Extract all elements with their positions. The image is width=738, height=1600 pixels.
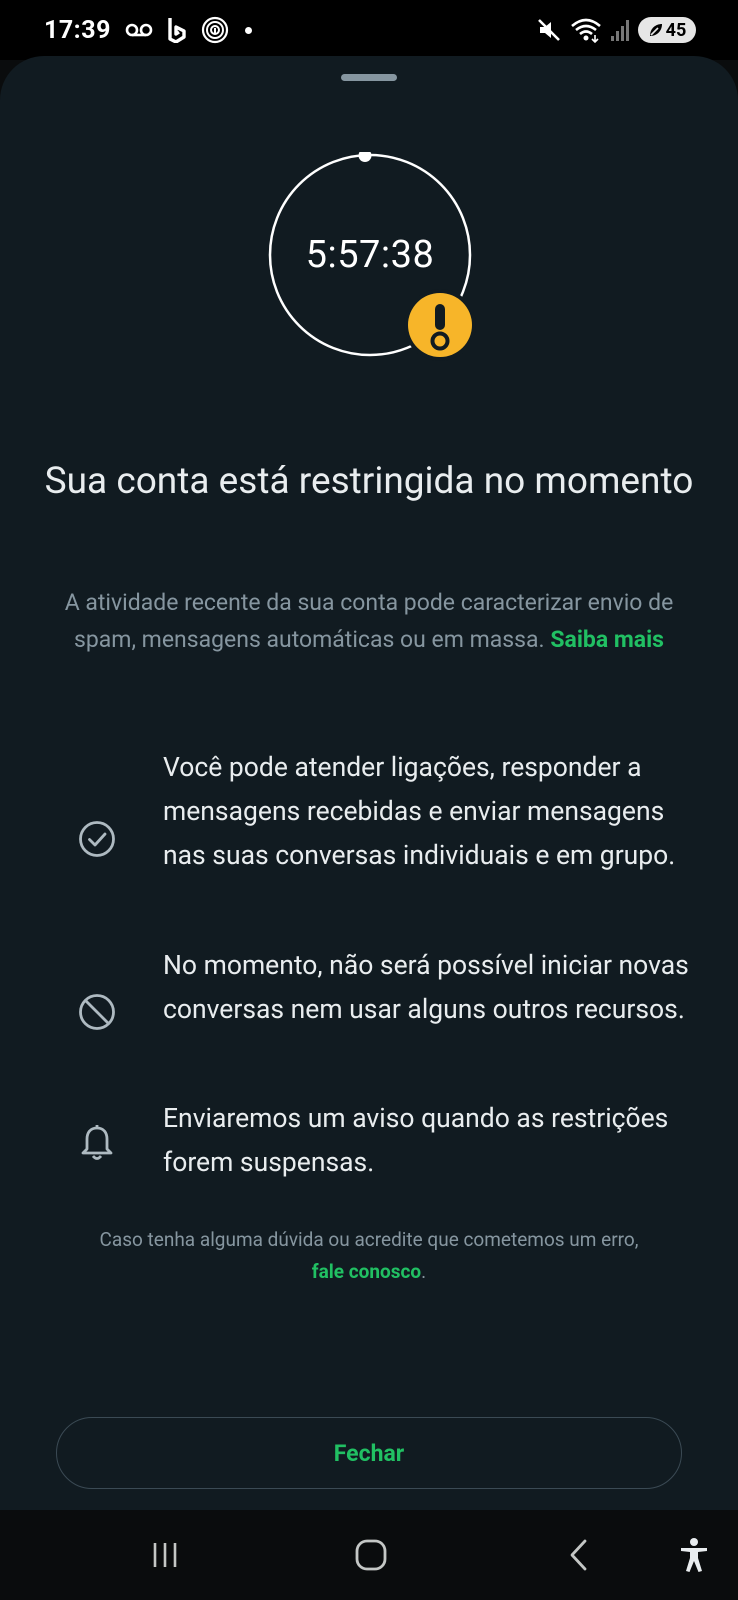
notification-dot (244, 26, 252, 34)
voicemail-icon (125, 16, 153, 44)
contact-suffix: . (421, 1260, 427, 1283)
wifi-icon (570, 16, 602, 44)
signal-icon (610, 16, 630, 44)
page-title: Sua conta está restringida no momento (44, 460, 694, 503)
status-bar: 17:39 45 (0, 0, 738, 60)
fingerprint-app-icon (201, 16, 229, 44)
recents-icon[interactable] (140, 1530, 190, 1580)
contact-note: Caso tenha alguma dúvida ou acredite que… (40, 1224, 698, 1288)
status-time: 17:39 (44, 15, 111, 45)
restriction-sheet: 5:57:38 Sua conta está restringida no mo… (0, 56, 738, 1510)
block-icon (70, 985, 124, 1039)
status-system-icons: 45 (536, 16, 696, 44)
contact-us-link[interactable]: fale conosco (312, 1260, 421, 1283)
accessibility-icon[interactable] (669, 1530, 719, 1580)
feature-text: Você pode atender ligações, responder a … (163, 752, 676, 871)
bell-icon (70, 1116, 124, 1170)
feature-text: No momento, não será possível iniciar no… (163, 950, 689, 1025)
back-icon[interactable] (554, 1530, 604, 1580)
b-app-icon (163, 16, 191, 44)
home-icon[interactable] (346, 1530, 396, 1580)
feature-text: Enviaremos um aviso quando as restrições… (163, 1103, 669, 1178)
mute-icon (536, 16, 562, 44)
navigation-bar (0, 1510, 738, 1600)
battery-level: 45 (665, 19, 687, 41)
learn-more-link[interactable]: Saiba mais (550, 626, 664, 653)
battery-icon: 45 (638, 17, 696, 43)
contact-text: Caso tenha alguma dúvida ou acredite que… (99, 1228, 639, 1251)
close-button[interactable]: Fechar (56, 1417, 682, 1489)
status-notification-icons (125, 16, 252, 44)
drag-handle[interactable] (341, 74, 397, 81)
description: A atividade recente da sua conta pode ca… (50, 584, 688, 658)
countdown-timer: 5:57:38 (267, 152, 476, 361)
check-circle-icon (70, 812, 124, 866)
warning-icon (404, 289, 476, 361)
